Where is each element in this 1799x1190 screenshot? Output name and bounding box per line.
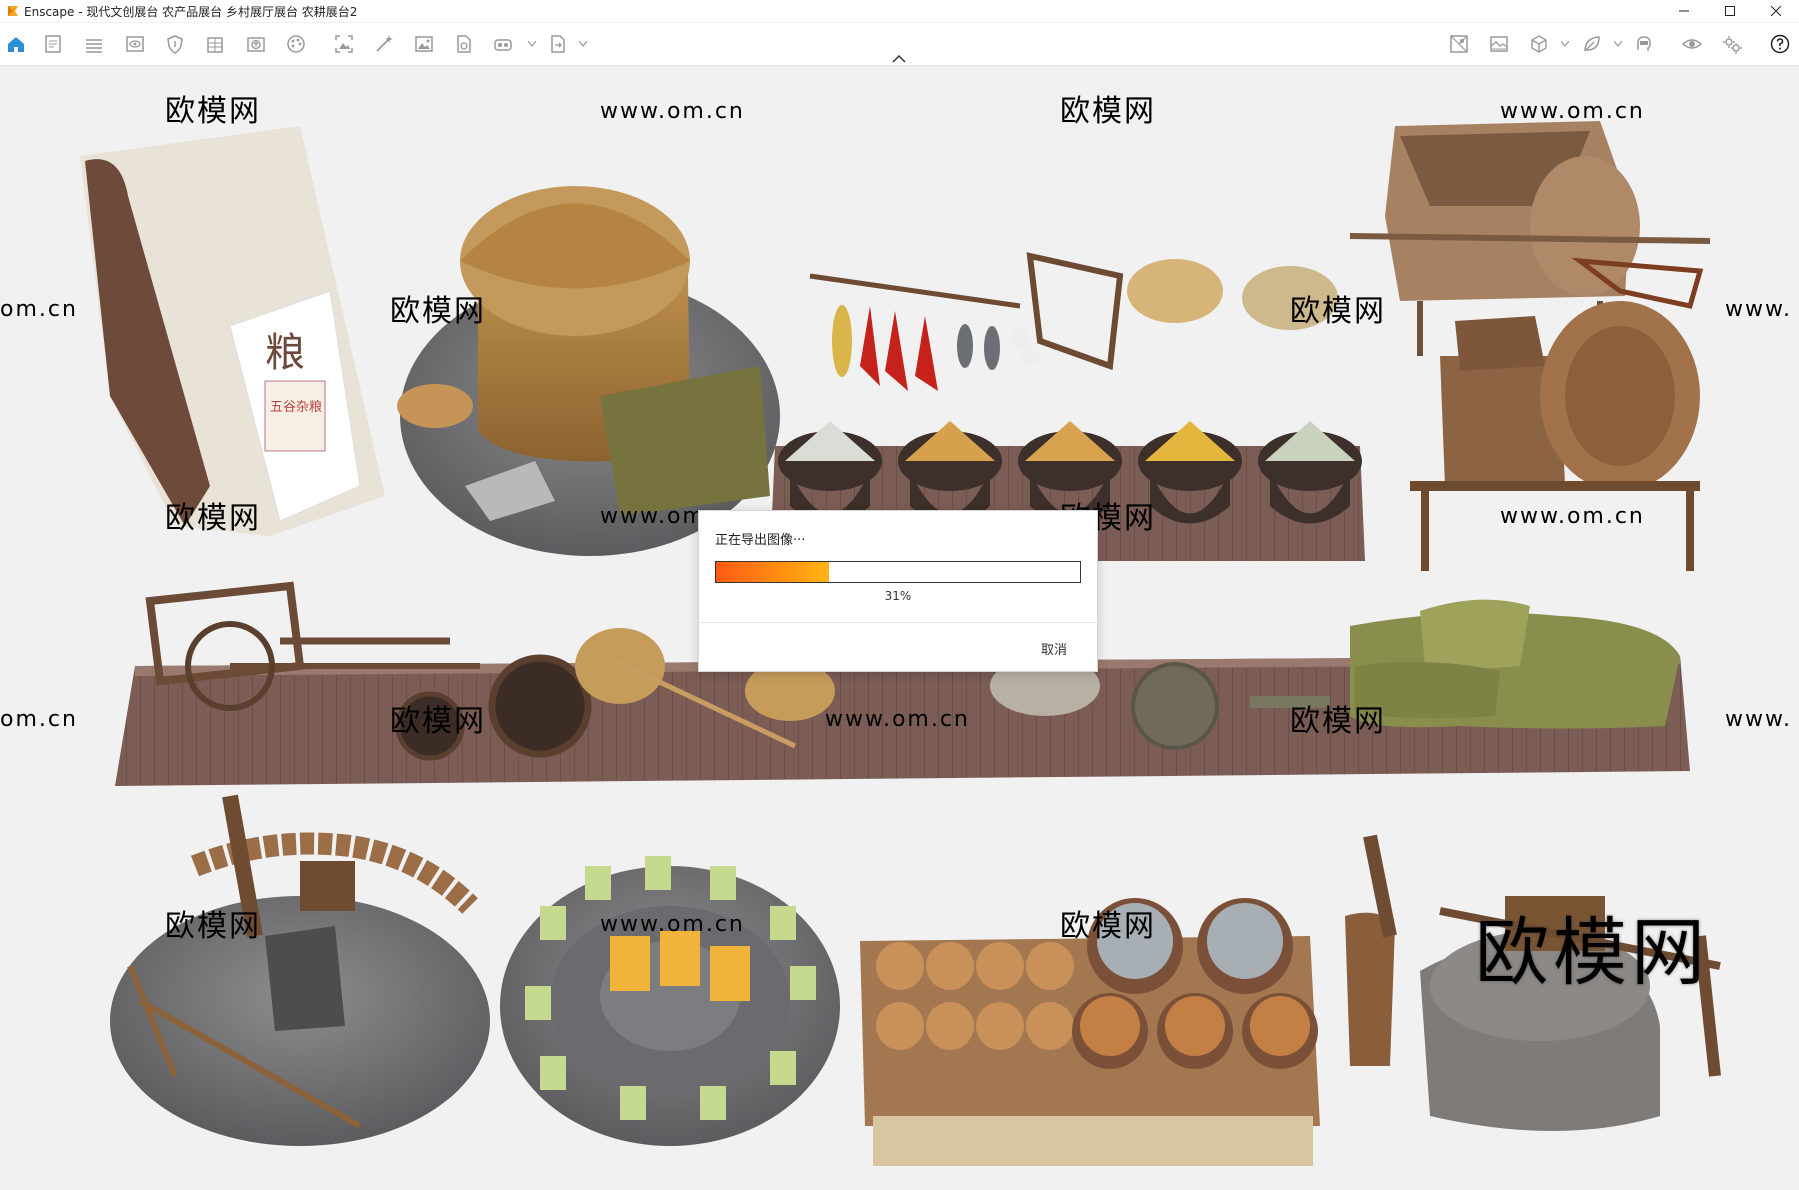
chevron-down-icon[interactable] [1614,41,1622,47]
palette-button[interactable] [285,33,307,55]
watermark-url: www.om.cn [1500,504,1645,529]
sign-subtitle: 五谷杂粮 [270,400,322,415]
safe-frame-button[interactable] [164,33,186,55]
export-file-icon [457,35,471,53]
watermark-text: 欧模网 [390,294,486,329]
document-icon [45,35,61,53]
dialog-divider [699,622,1097,623]
progress-fill [716,562,829,582]
panorama-button[interactable] [1488,33,1510,55]
chevron-down-icon[interactable] [579,41,587,47]
watermark-text: 欧模网 [165,909,261,944]
watermark-url-prefix: www. [1725,707,1792,732]
export-icon [551,35,565,53]
watermark-text: 欧模网 [1060,94,1156,129]
view-icon [126,36,144,52]
home-icon [8,37,24,52]
upload-button[interactable] [245,33,267,55]
shield-icon [167,35,183,54]
watermark-url: www.om.cn [1500,99,1645,124]
eye-icon [1681,39,1703,49]
vegetation-button[interactable] [1581,33,1603,55]
cancel-button[interactable]: 取消 [1041,639,1067,658]
close-icon [1771,6,1781,16]
window-title: Enscape - 现代文创展台 农产品展台 乡村展厅展台 农耕展台2 [24,4,358,19]
watermark-url: www.om.cn [825,707,970,732]
settings-icon [1723,36,1742,54]
watermark-url: www.om.cn [600,912,745,937]
leaf-icon [1584,36,1600,52]
effects-button[interactable] [373,33,395,55]
product-display-platform [500,856,840,1146]
hanging-produce [809,252,1338,391]
document-button[interactable] [42,33,64,55]
help-icon [1770,34,1790,54]
cube-icon [1531,35,1547,53]
map-button[interactable] [1448,33,1470,55]
screenshot-button[interactable] [333,33,355,55]
watermark-url: www.om.cn [600,99,745,124]
watermark-text: 欧模网 [165,94,261,129]
visibility-button[interactable] [1681,33,1703,55]
watermark-url-partial: om.cn [0,707,78,732]
building-icon [207,37,223,53]
granary-platform [397,186,780,556]
batch-render-icon [494,39,512,51]
image-button[interactable] [413,33,435,55]
cube-button[interactable] [1528,33,1550,55]
maximize-icon [1725,6,1735,16]
image-icon [415,36,433,52]
progress-bar [715,561,1081,583]
watermark-text: 欧模网 [1060,909,1156,944]
dialog-title: 正在导出图像··· [715,533,806,548]
sign-character: 粮 [265,330,305,376]
progress-percent: 31% [884,589,912,603]
wooden-rice-mill [1410,301,1700,571]
upload-icon [247,37,265,52]
palette-icon [287,35,305,53]
grain-sacks [1350,599,1680,729]
watermark-text: 欧模网 [1290,294,1386,329]
watermark-text: 欧模网 [390,704,486,739]
home-button[interactable] [5,33,27,55]
bim-icon [86,39,102,53]
export-button[interactable] [547,33,569,55]
help-button[interactable] [1769,33,1791,55]
view-mode-button[interactable] [124,33,146,55]
screenshot-icon [335,35,353,53]
minimize-button[interactable] [1661,0,1707,22]
maximize-button[interactable] [1707,0,1753,22]
panorama-icon [1490,36,1508,52]
minimize-icon [1679,10,1689,12]
well-platform-left [110,794,490,1146]
vr-headset-button[interactable] [1633,33,1655,55]
title-bar: Enscape - 现代文创展台 农产品展台 乡村展厅展台 农耕展台2 [0,0,1799,23]
watermark-text: 欧模网 [1290,704,1386,739]
wand-icon [376,35,393,52]
render-viewport[interactable]: 粮 五谷杂粮 欧模网 www.om.cn 欧模网 www.om.cn om.cn… [0,66,1799,1190]
chevron-down-icon[interactable] [1561,41,1569,47]
watermark-text: 欧模网 [165,501,261,536]
head-icon [1637,36,1651,51]
watermark-logo: 欧模网 [1475,910,1709,996]
watermark-url-prefix: www. [1725,297,1792,322]
building-button[interactable] [204,33,226,55]
bim-button[interactable] [83,33,105,55]
collapse-toolbar-icon[interactable] [892,55,906,63]
map-icon [1450,35,1468,53]
export-progress-dialog: 正在导出图像··· 31% 取消 [698,510,1098,672]
chevron-down-icon[interactable] [528,41,536,47]
enscape-logo-icon [8,6,18,16]
window-controls [1661,0,1799,22]
grain-sign-panel: 粮 五谷杂粮 [80,126,385,536]
settings-button[interactable] [1721,33,1743,55]
close-button[interactable] [1753,0,1799,22]
export-file-button[interactable] [453,33,475,55]
watermark-url-partial: om.cn [0,297,78,322]
batch-render-button[interactable] [492,33,514,55]
